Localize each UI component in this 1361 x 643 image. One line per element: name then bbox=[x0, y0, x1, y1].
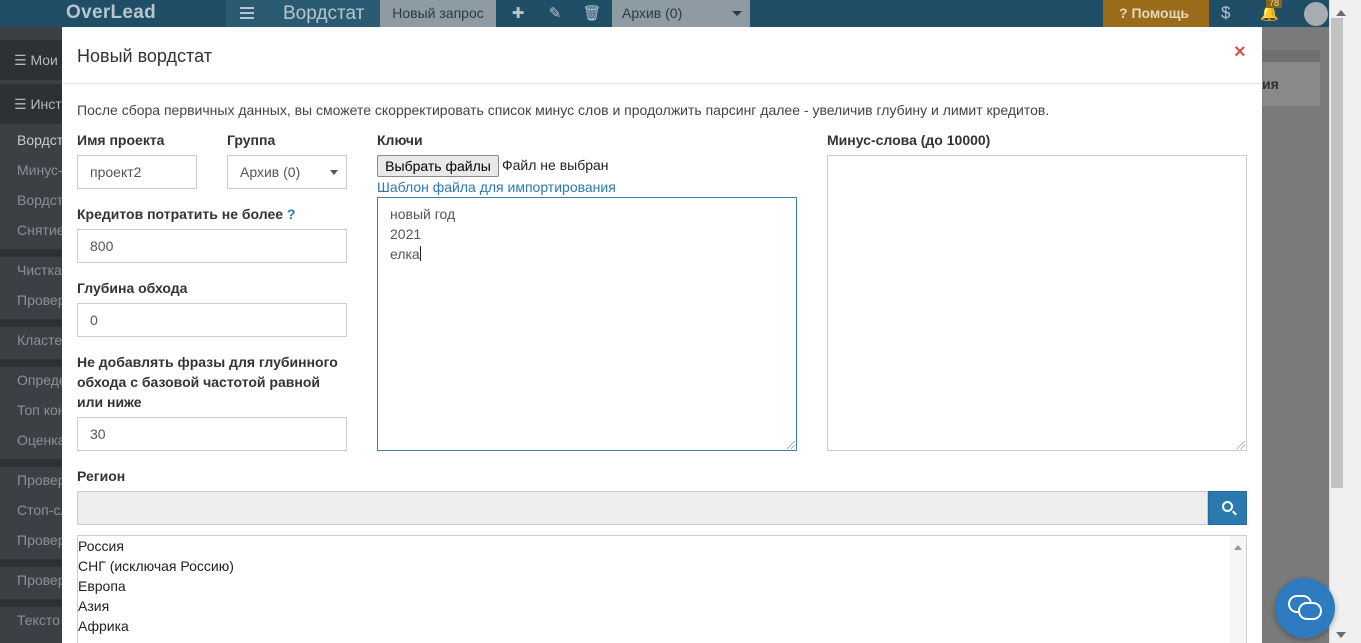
top-navbar: OverLead Вордстат Новый запрос ✚ ✎ 🗑 Арх… bbox=[0, 0, 1329, 27]
region-option[interactable]: СНГ (исключая Россию) bbox=[78, 556, 234, 576]
sidebar-item[interactable]: Провер bbox=[17, 472, 66, 488]
chat-button[interactable] bbox=[1275, 578, 1335, 638]
logo: OverLead bbox=[66, 2, 157, 23]
min-frequency-label-line1: Не добавлять фразы для глубинного bbox=[77, 354, 338, 370]
tab-new-request[interactable]: Новый запрос bbox=[380, 0, 496, 27]
sidebar-item[interactable]: Опреде bbox=[17, 372, 67, 388]
modal-header: Новый вордстат × bbox=[62, 27, 1262, 84]
depth-label: Глубина обхода bbox=[77, 280, 188, 296]
sidebar-head-tools[interactable]: ☰ Инст bbox=[0, 84, 62, 124]
close-icon[interactable]: × bbox=[1234, 41, 1246, 64]
group-label: Группа bbox=[227, 132, 276, 148]
region-option[interactable]: Европа bbox=[78, 576, 126, 596]
scroll-down-icon[interactable] bbox=[1336, 632, 1346, 643]
region-list-scrollbar[interactable] bbox=[1230, 536, 1246, 643]
minus-words-label: Минус-слова (до 10000) bbox=[827, 132, 991, 148]
template-link[interactable]: Шаблон файла для импортирования bbox=[377, 179, 616, 195]
scroll-up-icon[interactable] bbox=[1234, 541, 1242, 550]
edit-icon[interactable]: ✎ bbox=[537, 0, 573, 27]
min-frequency-input[interactable]: 30 bbox=[77, 417, 347, 451]
plus-icon[interactable]: ✚ bbox=[500, 0, 536, 27]
chevron-down-icon bbox=[732, 11, 742, 21]
notification-badge: 78 bbox=[1266, 0, 1283, 8]
sidebar-item[interactable]: Провер bbox=[17, 292, 66, 308]
region-option[interactable]: Африка bbox=[78, 616, 129, 636]
sidebar-divider bbox=[0, 559, 62, 567]
archive-select-value: Архив (0) bbox=[622, 5, 683, 21]
region-option[interactable]: Азия bbox=[78, 596, 109, 616]
group-select-value: Архив (0) bbox=[240, 164, 301, 180]
sidebar-divider bbox=[0, 319, 62, 327]
keys-textarea[interactable]: новый год 2021 елка bbox=[377, 197, 797, 451]
sidebar-item[interactable]: Тексто bbox=[17, 612, 60, 628]
avatar[interactable] bbox=[1304, 2, 1328, 26]
minus-words-textarea[interactable] bbox=[827, 155, 1247, 451]
credits-label: Кредитов потратить не более ? bbox=[77, 204, 295, 224]
depth-input[interactable]: 0 bbox=[77, 303, 347, 337]
scrollbar-thumb[interactable] bbox=[1331, 18, 1343, 488]
region-search-button[interactable] bbox=[1208, 491, 1247, 525]
chevron-down-icon bbox=[330, 170, 338, 179]
keys-label: Ключи bbox=[377, 132, 423, 148]
sidebar-divider bbox=[0, 359, 62, 367]
help-icon[interactable]: ? bbox=[287, 206, 296, 222]
modal-title: Новый вордстат bbox=[77, 46, 212, 66]
dollar-icon[interactable]: $ bbox=[1221, 3, 1230, 23]
file-status: Файл не выбран bbox=[502, 157, 609, 173]
resize-handle-icon[interactable] bbox=[787, 441, 795, 449]
choose-files-button[interactable]: Выбрать файлы bbox=[377, 155, 499, 177]
background-panel-label: ия bbox=[1262, 76, 1279, 92]
min-frequency-label-line2: обхода с базовой частотой равной bbox=[77, 374, 320, 390]
region-list[interactable]: Россия СНГ (исключая Россию) Европа Азия… bbox=[77, 535, 1247, 643]
sidebar-item[interactable]: Провер bbox=[17, 532, 66, 548]
region-label: Регион bbox=[77, 468, 126, 484]
keys-line: 2021 bbox=[390, 226, 422, 242]
sidebar-item[interactable]: Минус- bbox=[17, 162, 63, 178]
archive-select[interactable]: Архив (0) bbox=[612, 0, 750, 27]
keys-line-text: елка bbox=[390, 246, 420, 262]
region-search-input[interactable] bbox=[77, 491, 1208, 525]
chat-bubble-icon bbox=[1298, 602, 1322, 620]
help-button[interactable]: ? Помощь bbox=[1103, 0, 1209, 27]
sidebar-item[interactable]: Снятие bbox=[17, 222, 64, 238]
modal-info-text: После сбора первичных данных, вы сможете… bbox=[77, 102, 1050, 118]
project-name-label: Имя проекта bbox=[77, 132, 165, 148]
sidebar-divider bbox=[0, 249, 62, 257]
sidebar-item[interactable]: Топ кон bbox=[17, 402, 66, 418]
sidebar: ☰ Мои ☰ Инст Вордст Минус- Вордст Снятие… bbox=[0, 27, 69, 643]
text-cursor bbox=[419, 246, 421, 261]
resize-handle-icon[interactable] bbox=[1237, 441, 1245, 449]
sidebar-item[interactable]: Стоп-сл bbox=[17, 502, 69, 518]
page-background bbox=[1262, 27, 1329, 643]
background-panel-header: ия bbox=[1262, 62, 1320, 106]
sidebar-item[interactable]: Класте bbox=[17, 332, 62, 348]
search-icon bbox=[1222, 501, 1233, 512]
section-title: Вордстат bbox=[283, 3, 365, 24]
keys-line-last: елка bbox=[390, 244, 784, 264]
scroll-up-icon[interactable] bbox=[1336, 5, 1346, 16]
menu-icon[interactable] bbox=[240, 4, 254, 22]
group-select[interactable]: Архив (0) bbox=[227, 155, 347, 189]
sidebar-item[interactable]: Вордст bbox=[17, 192, 63, 208]
sidebar-item[interactable]: Вордст bbox=[17, 132, 63, 148]
sidebar-divider bbox=[0, 459, 62, 467]
credits-input[interactable]: 800 bbox=[77, 229, 347, 263]
sidebar-item[interactable]: Чистка bbox=[17, 262, 62, 278]
sidebar-item[interactable]: Провер bbox=[17, 572, 66, 588]
keys-line: новый год bbox=[390, 206, 456, 222]
sidebar-divider bbox=[0, 599, 62, 607]
sidebar-head-my[interactable]: ☰ Мои bbox=[0, 40, 62, 80]
new-wordstat-modal: Новый вордстат × После сбора первичных д… bbox=[62, 27, 1262, 643]
credits-label-text: Кредитов потратить не более bbox=[77, 206, 284, 222]
sidebar-item[interactable]: Оценка bbox=[17, 432, 66, 448]
region-option[interactable]: Россия bbox=[78, 536, 124, 556]
background-strip bbox=[1262, 50, 1320, 62]
trash-icon[interactable]: 🗑 bbox=[574, 0, 610, 27]
min-frequency-label-line3: или ниже bbox=[77, 394, 142, 410]
project-name-input[interactable]: проект2 bbox=[77, 155, 197, 189]
